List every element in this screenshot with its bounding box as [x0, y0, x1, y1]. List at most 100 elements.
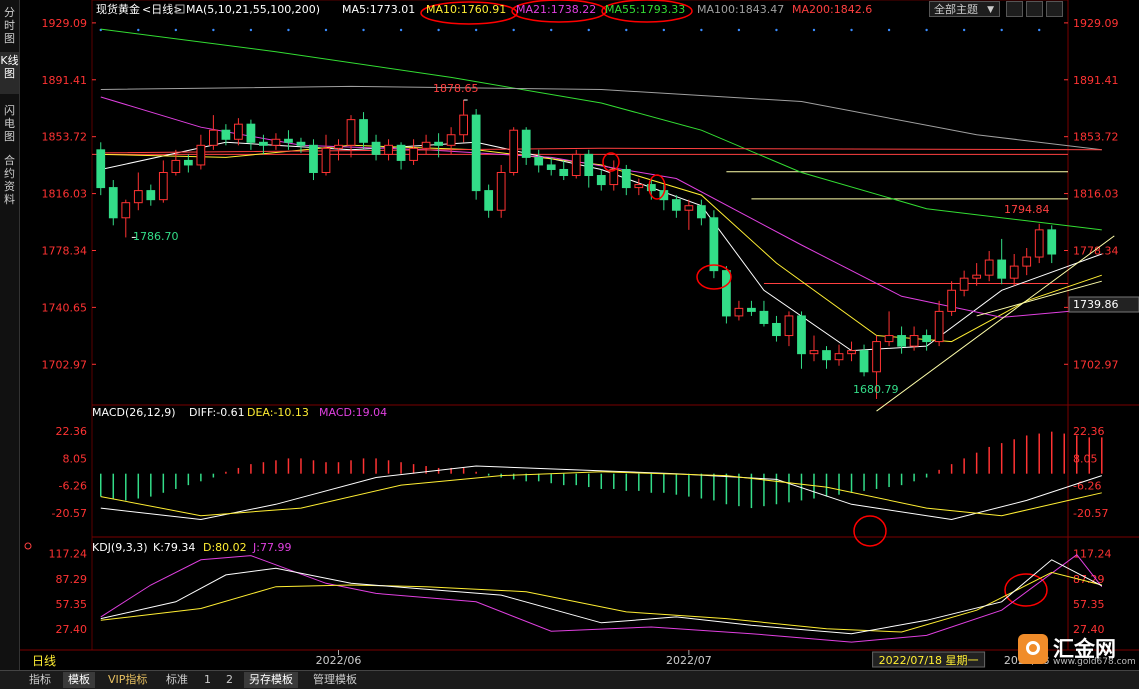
price-label-left: 1929.09 — [42, 17, 88, 30]
candle-body — [284, 138, 293, 143]
top-marker-dot — [962, 28, 966, 32]
price-label-right: 1778.34 — [1073, 244, 1119, 257]
candle-body — [772, 322, 781, 337]
top-marker-dot — [1000, 28, 1003, 32]
top-marker-dot — [887, 28, 891, 32]
top-marker-dot — [737, 28, 741, 32]
price-label-left: 1702.97 — [42, 358, 88, 371]
top-marker-dot — [212, 28, 215, 32]
top-marker-dot — [625, 28, 628, 32]
bottom-tab-vip-indicators[interactable]: VIP指标 — [103, 672, 152, 688]
toolbar-button-3[interactable] — [1046, 1, 1063, 17]
ma-value-ma100: MA100:1843.47 — [697, 3, 784, 16]
tab-time-sharing[interactable]: 分时图 — [0, 4, 19, 45]
top-marker-dot — [324, 28, 328, 32]
x-axis-label: 2022/07 — [666, 654, 712, 667]
macd-tick-left: 22.36 — [56, 425, 88, 438]
theme-select[interactable]: 全部主题 ▼ — [929, 1, 1000, 17]
bottom-tab-manage-template[interactable]: 管理模板 — [308, 672, 362, 688]
candle-body — [183, 159, 193, 166]
top-marker-dot — [1038, 28, 1041, 32]
candle-body — [133, 190, 143, 204]
candle-body — [409, 147, 418, 161]
instrument-name: 现货黄金 — [96, 2, 140, 16]
cursor-date-label: 2022/07/18 星期一 — [879, 654, 979, 667]
kdj-tick-left: 57.35 — [56, 598, 88, 611]
toolbar-button-2[interactable] — [1026, 1, 1043, 17]
candle-body — [809, 350, 819, 355]
kdj-k-value: K:79.34 — [153, 541, 195, 554]
candle-body — [671, 199, 681, 211]
candle-body — [1034, 229, 1044, 258]
top-marker-dot — [550, 28, 553, 32]
bottom-tab-template[interactable]: 模板 — [63, 672, 95, 688]
candle-body — [371, 141, 381, 155]
candle-body — [171, 159, 181, 173]
candle-body — [321, 147, 331, 173]
price-label-left: 1853.72 — [42, 131, 88, 144]
candle-body — [847, 350, 856, 355]
candle-body — [934, 310, 944, 343]
chart-canvas[interactable]: 1929.09 1929.09 1891.41 1891.41 1853.72 1853.… — [0, 0, 1139, 670]
candle-body — [709, 217, 719, 272]
macd-tick-right: -20.57 — [1073, 507, 1108, 520]
candle-body — [872, 341, 881, 373]
candle-body — [196, 144, 206, 166]
macd-label: MACD(26,12,9) — [92, 406, 176, 419]
candle-body — [584, 153, 594, 177]
candle-body — [997, 259, 1007, 279]
candle-body — [446, 134, 456, 146]
top-marker-dot — [474, 28, 478, 32]
macd-tick-right: 22.36 — [1073, 425, 1105, 438]
candle-body — [634, 184, 644, 189]
kdj-tick-left: 27.40 — [56, 623, 88, 636]
top-marker-dot — [512, 28, 515, 32]
top-marker-dot — [775, 28, 778, 32]
candle-body — [596, 175, 606, 186]
tab-lightning[interactable]: 闪电图 — [0, 102, 19, 144]
macd-tick-left: 8.05 — [63, 452, 88, 465]
candle-body — [421, 141, 431, 149]
candle-body — [909, 335, 919, 347]
candle-body — [334, 144, 343, 149]
kdj-d-value: D:80.02 — [203, 541, 247, 554]
top-marker-dot — [137, 28, 140, 32]
candle-body — [146, 190, 156, 201]
tab-kline[interactable]: K线图 — [0, 52, 19, 94]
kdj-tick-left: 117.24 — [49, 548, 88, 561]
candle-body — [96, 149, 106, 189]
kdj-k-line — [100, 559, 1103, 635]
candle-body — [1009, 265, 1019, 279]
toolbar-button-1[interactable] — [1006, 1, 1023, 17]
candle-body — [496, 171, 506, 211]
bottom-tab-1[interactable]: 1 — [199, 672, 216, 688]
price-label-right: 1853.72 — [1073, 131, 1119, 144]
candle-body — [158, 171, 168, 201]
candle-body — [922, 335, 931, 343]
candle-body — [259, 141, 268, 146]
annotation-low-1: 1786.70 — [133, 230, 179, 243]
top-marker-dot — [587, 28, 590, 32]
tab-contract-info[interactable]: 合约资料 — [0, 152, 19, 212]
ma-value-ma55: MA55:1793.33 — [605, 3, 685, 16]
bottom-tab-indicators[interactable]: 指标 — [24, 672, 56, 688]
bottom-tab-2[interactable]: 2 — [221, 672, 238, 688]
bottom-tab-save-template[interactable]: 另存模板 — [244, 672, 298, 688]
top-marker-dot — [174, 28, 178, 32]
top-marker-dot — [399, 28, 403, 32]
kdj-j-value: J:77.99 — [252, 541, 291, 554]
top-marker-dot — [437, 28, 440, 32]
macd-dea-value: DEA:-10.13 — [247, 406, 309, 419]
watermark-url: www.gold678.com — [1053, 657, 1136, 667]
bottom-tab-standard[interactable]: 标准 — [161, 672, 193, 688]
top-marker-dot — [925, 28, 928, 32]
annotation-low-2: 1680.79 — [853, 383, 899, 396]
candle-body — [621, 168, 631, 189]
theme-select-value: 全部主题 — [934, 3, 978, 16]
candle-body — [747, 307, 756, 312]
ma-value-ma10: MA10:1760.91 — [426, 3, 506, 16]
highlight-circle-macd — [853, 515, 887, 547]
candle-body — [959, 277, 969, 291]
chevron-down-icon: ▼ — [987, 5, 994, 15]
candle-body — [459, 114, 469, 136]
